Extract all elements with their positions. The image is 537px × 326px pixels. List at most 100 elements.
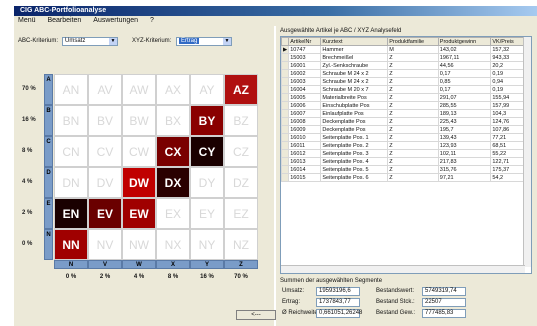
- row-header[interactable]: A: [44, 74, 53, 105]
- matrix-cell-cn[interactable]: CN: [54, 136, 88, 167]
- back-button[interactable]: <---: [236, 310, 276, 320]
- row-header[interactable]: C: [44, 136, 53, 167]
- matrix-cell-cy[interactable]: CY: [190, 136, 224, 167]
- column-header-x[interactable]: X: [156, 260, 190, 269]
- table-row[interactable]: 16011 Seitenplatte Pos. 2 Z 123,93 68,51: [281, 141, 524, 150]
- matrix-cell-nx[interactable]: NX: [156, 229, 190, 260]
- column-header[interactable]: VK/Preis: [490, 37, 524, 46]
- matrix-cell-an[interactable]: AN: [54, 74, 88, 105]
- table-row[interactable]: ▶ 10747 Hammer M 143,02 157,32: [281, 45, 524, 54]
- bestandswert-field[interactable]: 5749319,74: [422, 287, 466, 296]
- row-selector[interactable]: [281, 85, 290, 94]
- matrix-cell-nw[interactable]: NW: [122, 229, 156, 260]
- matrix-cell-bv[interactable]: BV: [88, 105, 122, 136]
- matrix-cell-aw[interactable]: AW: [122, 74, 156, 105]
- menu-item-auswertungen[interactable]: Auswertungen: [93, 17, 138, 24]
- row-selector[interactable]: [281, 69, 290, 78]
- column-header[interactable]: ArtikelNr: [288, 37, 322, 46]
- matrix-cell-ax[interactable]: AX: [156, 74, 190, 105]
- row-selector[interactable]: [281, 141, 290, 150]
- row-selector[interactable]: [281, 117, 290, 126]
- table-row[interactable]: 16012 Seitenplatte Pos. 3 Z 102,11 55,22: [281, 149, 524, 158]
- matrix-cell-bz[interactable]: BZ: [224, 105, 258, 136]
- matrix-cell-ny[interactable]: NY: [190, 229, 224, 260]
- matrix-cell-nz[interactable]: NZ: [224, 229, 258, 260]
- table-row[interactable]: 16015 Seitenplatte Pos. 6 Z 97,21 54,2: [281, 173, 524, 182]
- matrix-cell-ew[interactable]: EW: [122, 198, 156, 229]
- matrix-cell-dn[interactable]: DN: [54, 167, 88, 198]
- matrix-cell-nn[interactable]: NN: [54, 229, 88, 260]
- table-row[interactable]: 16004 Schraube M 20 x 7 Z 0,17 0,19: [281, 85, 524, 94]
- matrix-cell-ev[interactable]: EV: [88, 198, 122, 229]
- matrix-cell-nv[interactable]: NV: [88, 229, 122, 260]
- column-header-n[interactable]: N: [54, 260, 88, 269]
- row-selector[interactable]: [281, 101, 290, 110]
- row-header[interactable]: D: [44, 167, 53, 198]
- table-row[interactable]: 16005 Materialbreite Pos Z 291,07 155,94: [281, 93, 524, 102]
- row-selector[interactable]: ▶: [281, 45, 290, 54]
- matrix-cell-dw[interactable]: DW: [122, 167, 156, 198]
- row-selector[interactable]: [281, 149, 290, 158]
- column-header[interactable]: Produktgewinn: [437, 37, 492, 46]
- matrix-cell-dv[interactable]: DV: [88, 167, 122, 198]
- matrix-cell-ez[interactable]: EZ: [224, 198, 258, 229]
- table-row[interactable]: 16001 Zyl.-Senkschraube Z 44,56 20,2: [281, 61, 524, 70]
- bestand-gew-field[interactable]: 777485,83: [422, 309, 466, 318]
- menu-item-menu[interactable]: Menü: [18, 17, 36, 24]
- column-header[interactable]: Produktfamilie: [387, 37, 439, 46]
- row-selector[interactable]: [281, 77, 290, 86]
- column-header-v[interactable]: V: [88, 260, 122, 269]
- horizontal-scrollbar[interactable]: [281, 265, 525, 273]
- column-header[interactable]: Kurztext: [320, 37, 389, 46]
- table-row[interactable]: 16003 Schraube M 24 x 2 Z 0,85 0,94: [281, 77, 524, 86]
- column-header-w[interactable]: W: [122, 260, 156, 269]
- row-selector[interactable]: [281, 53, 290, 62]
- matrix-cell-av[interactable]: AV: [88, 74, 122, 105]
- abc-criterion-select[interactable]: Umsatz ▼: [62, 37, 118, 46]
- vertical-scrollbar[interactable]: [523, 37, 531, 267]
- matrix-cell-by[interactable]: BY: [190, 105, 224, 136]
- row-selector[interactable]: [281, 109, 290, 118]
- row-header[interactable]: E: [44, 198, 53, 229]
- matrix-cell-dx[interactable]: DX: [156, 167, 190, 198]
- matrix-cell-bn[interactable]: BN: [54, 105, 88, 136]
- matrix-cell-en[interactable]: EN: [54, 198, 88, 229]
- table-row[interactable]: 16007 Einlaufplatte Pos Z 189,13 104,3: [281, 109, 524, 118]
- row-selector[interactable]: [281, 125, 290, 134]
- reichweite-field[interactable]: 0,661051,26248: [316, 309, 362, 318]
- bestand-stk-field[interactable]: 22507: [422, 298, 466, 307]
- xyz-criterion-select[interactable]: Ertrag ▼: [176, 37, 232, 46]
- ertrag-field[interactable]: 1737843,77: [316, 298, 360, 307]
- column-header-z[interactable]: Z: [224, 260, 258, 269]
- row-selector[interactable]: [281, 133, 290, 142]
- row-selector[interactable]: [281, 61, 290, 70]
- matrix-cell-bw[interactable]: BW: [122, 105, 156, 136]
- column-header-y[interactable]: Y: [190, 260, 224, 269]
- row-selector[interactable]: [281, 173, 290, 182]
- table-row[interactable]: 16006 Einschubplatte Pos Z 285,55 157,99: [281, 101, 524, 110]
- matrix-cell-bx[interactable]: BX: [156, 105, 190, 136]
- table-row[interactable]: 16008 Deckenplatte Pos Z 225,43 124,76: [281, 117, 524, 126]
- matrix-cell-ey[interactable]: EY: [190, 198, 224, 229]
- chevron-down-icon[interactable]: ▼: [223, 38, 231, 45]
- chevron-down-icon[interactable]: ▼: [109, 38, 117, 45]
- matrix-cell-ay[interactable]: AY: [190, 74, 224, 105]
- menu-item-help[interactable]: ?: [150, 17, 154, 24]
- row-selector[interactable]: [281, 157, 290, 166]
- table-row[interactable]: 16014 Seitenplatte Pos. 5 Z 315,76 175,37: [281, 165, 524, 174]
- matrix-cell-cx[interactable]: CX: [156, 136, 190, 167]
- menu-item-bearbeiten[interactable]: Bearbeiten: [47, 17, 81, 24]
- table-row[interactable]: 15003 Brechmeißel Z 1967,11 943,33: [281, 53, 524, 62]
- matrix-cell-az[interactable]: AZ: [224, 74, 258, 105]
- matrix-cell-cz[interactable]: CZ: [224, 136, 258, 167]
- matrix-cell-cw[interactable]: CW: [122, 136, 156, 167]
- matrix-cell-dz[interactable]: DZ: [224, 167, 258, 198]
- matrix-cell-cv[interactable]: CV: [88, 136, 122, 167]
- table-row[interactable]: 16002 Schraube M 24 x 2 Z 0,17 0,19: [281, 69, 524, 78]
- row-selector[interactable]: [281, 165, 290, 174]
- row-selector[interactable]: [281, 93, 290, 102]
- row-header[interactable]: N: [44, 229, 53, 260]
- table-row[interactable]: 16010 Seitenplatte Pos. 1 Z 139,43 77,21: [281, 133, 524, 142]
- matrix-cell-ex[interactable]: EX: [156, 198, 190, 229]
- table-row[interactable]: 16013 Seitenplatte Pos. 4 Z 217,83 122,71: [281, 157, 524, 166]
